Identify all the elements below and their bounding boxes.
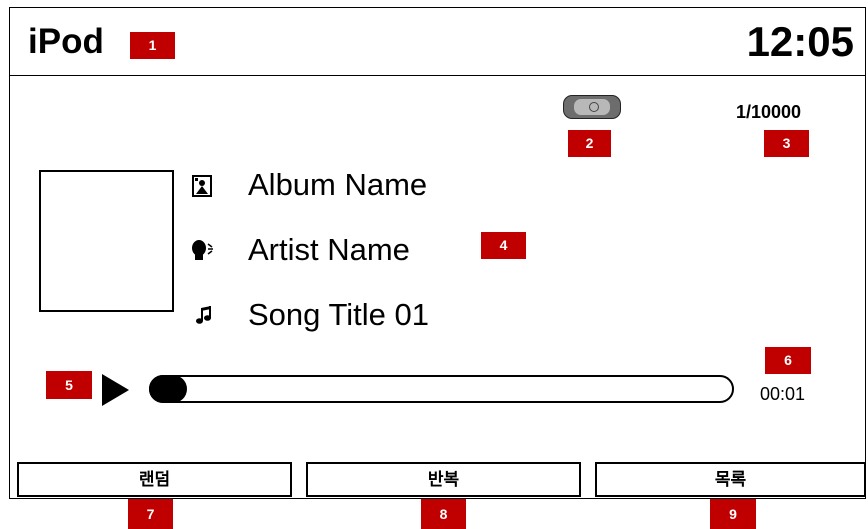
- album-art: [39, 170, 174, 312]
- marker-8: 8: [421, 499, 466, 529]
- album-name: Album Name: [248, 167, 428, 202]
- marker-9: 9: [710, 499, 756, 529]
- marker-5: 5: [46, 371, 92, 399]
- random-button[interactable]: 랜덤: [17, 462, 292, 497]
- album-icon: [192, 175, 212, 197]
- marker-2: 2: [568, 130, 611, 157]
- progress-bar[interactable]: [149, 375, 734, 403]
- marker-1: 1: [130, 32, 175, 59]
- header-divider: [9, 75, 866, 76]
- play-mode-icon-face: [574, 99, 610, 115]
- music-note-icon: [194, 304, 214, 326]
- source-title: iPod: [28, 22, 104, 61]
- marker-7: 7: [128, 499, 173, 529]
- track-count: 1/10000: [736, 102, 802, 122]
- marker-3: 3: [764, 130, 809, 157]
- play-mode-icon-symbol: [589, 102, 599, 112]
- elapsed-time: 00:01: [760, 384, 806, 404]
- list-button[interactable]: 목록: [595, 462, 866, 497]
- repeat-button[interactable]: 반복: [306, 462, 581, 497]
- artist-icon: [190, 238, 218, 260]
- marker-4: 4: [481, 232, 526, 259]
- artist-name: Artist Name: [248, 232, 410, 267]
- play-icon[interactable]: [102, 374, 129, 406]
- song-title: Song Title 01: [248, 297, 429, 332]
- marker-6: 6: [765, 347, 811, 374]
- clock: 12:05: [746, 18, 854, 65]
- play-mode-icon[interactable]: [563, 95, 621, 119]
- progress-handle[interactable]: [149, 375, 187, 403]
